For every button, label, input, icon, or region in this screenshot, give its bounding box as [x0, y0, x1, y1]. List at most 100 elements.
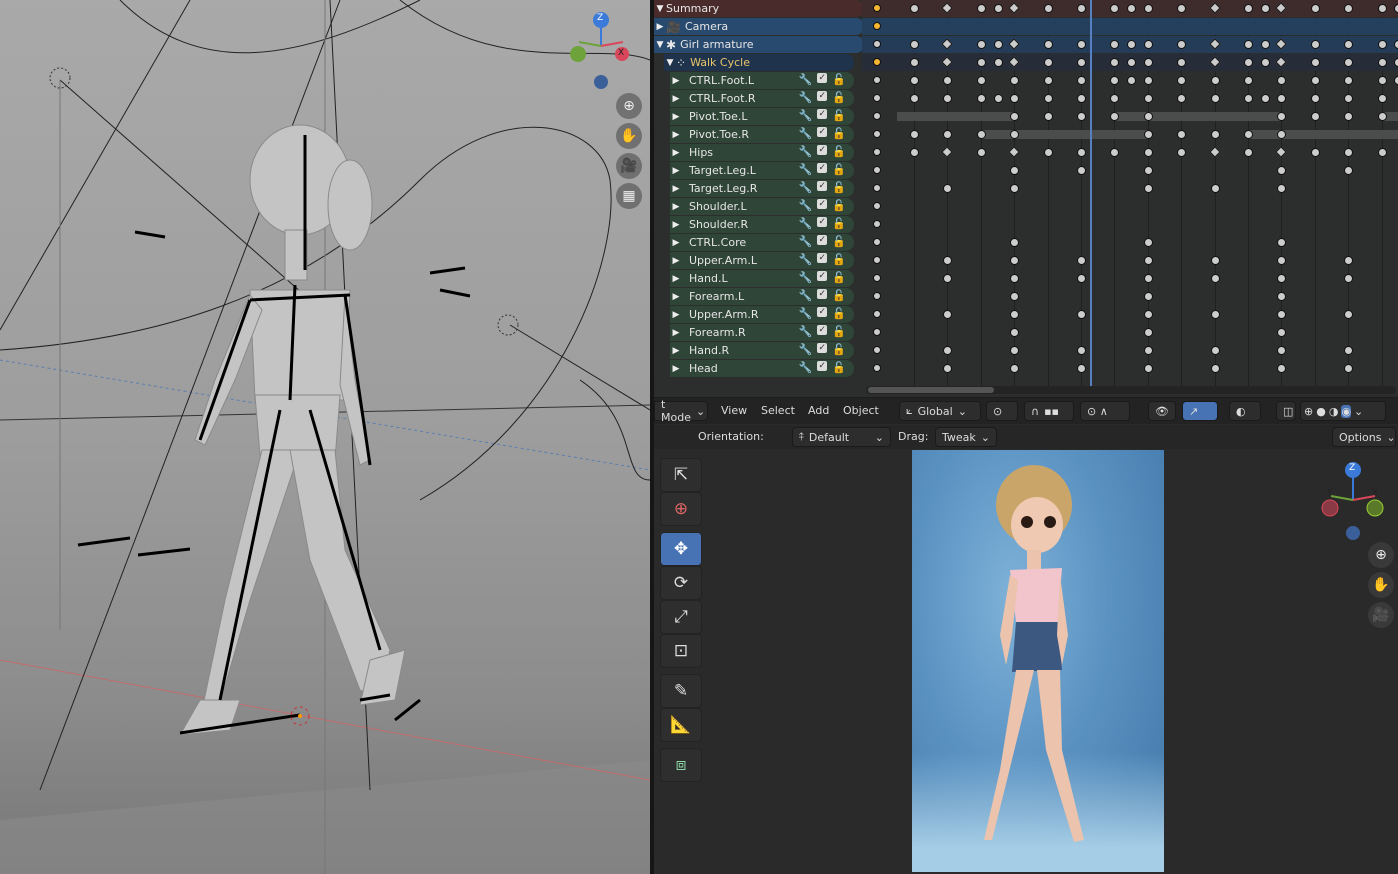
mute-checkbox[interactable]: ✓: [817, 127, 828, 137]
mute-checkbox[interactable]: ✓: [817, 145, 828, 155]
lock-icon[interactable]: 🔓: [832, 343, 846, 356]
keyframe[interactable]: [1310, 58, 1320, 67]
keyframe[interactable]: [1177, 148, 1187, 157]
keyframe[interactable]: [1010, 346, 1020, 355]
keyframe[interactable]: [1177, 4, 1187, 13]
modifier-wrench-icon[interactable]: 🔧: [799, 217, 813, 230]
keyframe[interactable]: [1077, 4, 1086, 13]
keyframe[interactable]: [976, 40, 986, 49]
keyframe-diamond[interactable]: [941, 146, 954, 158]
keyframe-diamond[interactable]: [1275, 146, 1288, 158]
channel-upper-arm-l[interactable]: ▶ Upper.Arm.L 🔧 ✓ 🔓: [670, 252, 854, 269]
keyframe[interactable]: [1277, 364, 1287, 373]
keyframe[interactable]: [976, 148, 986, 157]
keyframe[interactable]: [1143, 328, 1153, 337]
modifier-wrench-icon[interactable]: 🔧: [799, 325, 813, 338]
modifier-wrench-icon[interactable]: 🔧: [799, 127, 813, 140]
keyframe[interactable]: [943, 274, 953, 283]
keyframe[interactable]: [976, 130, 986, 139]
keyframe[interactable]: [993, 4, 1003, 13]
keyframe[interactable]: [1260, 40, 1270, 49]
keyframe[interactable]: [1377, 58, 1387, 67]
keyframe[interactable]: [1277, 94, 1287, 103]
keyframe[interactable]: [1210, 184, 1220, 193]
keyframe[interactable]: [1344, 112, 1354, 121]
channel-hand-l[interactable]: ▶ Hand.L 🔧 ✓ 🔓: [670, 270, 854, 287]
camera-icon[interactable]: 🎥: [1368, 602, 1394, 628]
keyframe[interactable]: [1143, 94, 1153, 103]
expand-arrow-icon[interactable]: ▶: [670, 166, 682, 176]
hand-pan-icon[interactable]: ✋: [1368, 572, 1394, 598]
wireframe-shading-icon[interactable]: ⊕: [1304, 405, 1313, 418]
keyframe[interactable]: [1043, 58, 1053, 67]
modifier-wrench-icon[interactable]: 🔧: [799, 253, 813, 266]
annotate-icon[interactable]: ✎: [660, 674, 702, 708]
lock-icon[interactable]: 🔓: [832, 307, 846, 320]
keyframe[interactable]: [1277, 76, 1287, 85]
xray-toggle[interactable]: ◫: [1276, 401, 1296, 421]
keyframe[interactable]: [1010, 94, 1020, 103]
keyframe[interactable]: [1010, 256, 1020, 265]
keyframe[interactable]: [1260, 94, 1270, 103]
mute-checkbox[interactable]: ✓: [817, 289, 828, 299]
keyframe[interactable]: [1143, 148, 1153, 157]
keyframe[interactable]: [1244, 58, 1253, 67]
lock-icon[interactable]: 🔓: [832, 271, 846, 284]
keyframe[interactable]: [1010, 292, 1020, 301]
mute-checkbox[interactable]: ✓: [817, 343, 828, 353]
keyframe[interactable]: [1010, 166, 1020, 175]
keyframe[interactable]: [1277, 112, 1287, 121]
keyframe[interactable]: [1277, 292, 1287, 301]
mute-checkbox[interactable]: ✓: [817, 163, 828, 173]
keyframe[interactable]: [1310, 148, 1320, 157]
keyframe[interactable]: [1043, 40, 1053, 49]
keyframe[interactable]: [1210, 94, 1220, 103]
keyframe[interactable]: [1310, 94, 1320, 103]
keyframe[interactable]: [1077, 274, 1086, 283]
lock-icon[interactable]: 🔓: [832, 145, 846, 158]
expand-arrow-icon[interactable]: ▶: [670, 112, 682, 122]
keyframe[interactable]: [1377, 76, 1387, 85]
keyframe[interactable]: [1077, 346, 1086, 355]
keyframe[interactable]: [943, 184, 953, 193]
keyframe[interactable]: [993, 40, 1003, 49]
keyframe[interactable]: [1344, 256, 1354, 265]
keyframe[interactable]: [1277, 310, 1287, 319]
keyframe[interactable]: [1244, 76, 1253, 85]
expand-arrow-icon[interactable]: ▶: [670, 220, 682, 230]
scrollbar-thumb[interactable]: [868, 387, 994, 393]
modifier-wrench-icon[interactable]: 🔧: [799, 289, 813, 302]
modifier-wrench-icon[interactable]: 🔧: [799, 307, 813, 320]
keyframe[interactable]: [1277, 274, 1287, 283]
menu-add[interactable]: Add: [808, 404, 829, 417]
keyframe[interactable]: [1210, 310, 1220, 319]
keyframe[interactable]: [1310, 76, 1320, 85]
keyframe[interactable]: [1244, 130, 1253, 139]
options-dropdown[interactable]: Options ⌄: [1332, 427, 1396, 447]
keyframe[interactable]: [1143, 58, 1153, 67]
lock-icon[interactable]: 🔓: [832, 325, 846, 338]
mute-checkbox[interactable]: ✓: [817, 109, 828, 119]
keyframe[interactable]: [1077, 310, 1086, 319]
visibility-dropdown[interactable]: 👁: [1148, 401, 1176, 421]
lock-icon[interactable]: 🔓: [832, 199, 846, 212]
channel-head[interactable]: ▶ Head 🔧 ✓ 🔓: [670, 360, 854, 377]
keyframe[interactable]: [910, 148, 919, 157]
keyframe[interactable]: [1310, 112, 1320, 121]
channel-target-leg-l[interactable]: ▶ Target.Leg.L 🔧 ✓ 🔓: [670, 162, 854, 179]
mute-checkbox[interactable]: ✓: [817, 307, 828, 317]
channel-pivot-toe-r[interactable]: ▶ Pivot.Toe.R 🔧 ✓ 🔓: [670, 126, 854, 143]
expand-arrow-icon[interactable]: ▶: [670, 76, 682, 86]
channel-upper-arm-r[interactable]: ▶ Upper.Arm.R 🔧 ✓ 🔓: [670, 306, 854, 323]
keyframe[interactable]: [1077, 40, 1086, 49]
keyframe[interactable]: [1010, 238, 1020, 247]
keyframe[interactable]: [976, 76, 986, 85]
mode-dropdown[interactable]: t Mode ⌄: [654, 398, 708, 424]
keyframe[interactable]: [1177, 40, 1187, 49]
keyframe[interactable]: [1394, 58, 1398, 67]
cursor-icon[interactable]: ⊕: [660, 492, 702, 526]
modifier-wrench-icon[interactable]: 🔧: [799, 145, 813, 158]
keyframe[interactable]: [976, 58, 986, 67]
keyframe[interactable]: [1010, 274, 1020, 283]
chevron-down-icon[interactable]: ⌄: [1354, 405, 1363, 418]
